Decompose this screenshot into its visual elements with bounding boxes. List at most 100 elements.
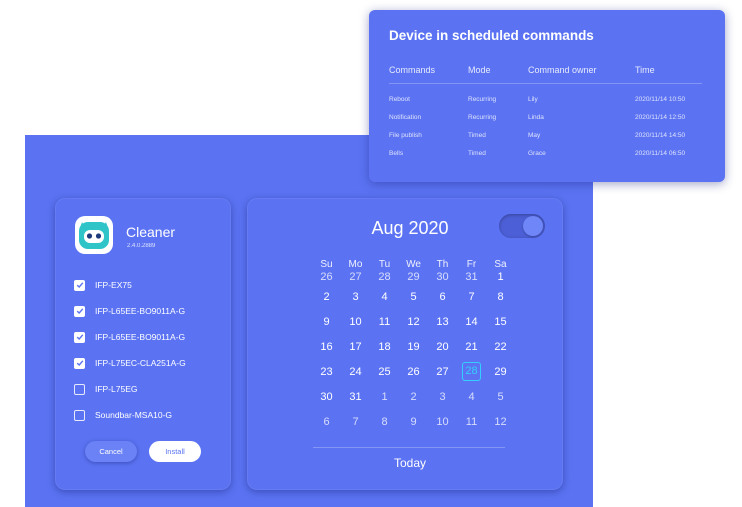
calendar-day[interactable]: 3	[428, 391, 457, 403]
calendar-day[interactable]: 12	[399, 316, 428, 328]
calendar-day[interactable]: 20	[428, 341, 457, 353]
calendar-week-row: 9 10 11 12 13 14 15	[312, 309, 515, 334]
device-item[interactable]: IFP-L65EE-BO9011A-G	[74, 330, 185, 344]
calendar-day[interactable]: 2	[399, 391, 428, 403]
day-number: 3	[439, 390, 446, 403]
calendar-day-selected[interactable]: 28	[457, 362, 486, 381]
day-number: 15	[494, 315, 507, 328]
calendar-day[interactable]: 14	[457, 316, 486, 328]
day-number: 17	[349, 340, 362, 353]
device-item[interactable]: IFP-L65EE-BO9011A-G	[74, 304, 185, 318]
calendar-day[interactable]: 27	[428, 366, 457, 378]
column-header: Mode	[468, 65, 491, 75]
calendar-day[interactable]: 30	[428, 271, 457, 283]
calendar-day[interactable]: 1	[486, 271, 515, 283]
owner-cell: Lily	[528, 96, 538, 103]
toggle-knob	[523, 216, 543, 236]
device-item[interactable]: IFP-L75EG	[74, 382, 138, 396]
device-label: IFP-EX75	[95, 280, 132, 290]
calendar-day[interactable]: 10	[341, 316, 370, 328]
today-button[interactable]: Today	[247, 456, 573, 470]
day-number: 4	[468, 390, 475, 403]
command-cell: Reboot	[389, 96, 410, 103]
calendar-day[interactable]: 11	[370, 316, 399, 328]
day-number: 3	[352, 290, 359, 303]
calendar-day[interactable]: 17	[341, 341, 370, 353]
calendar-day[interactable]: 30	[312, 391, 341, 403]
calendar-day[interactable]: 6	[312, 416, 341, 428]
calendar-day[interactable]: 4	[370, 291, 399, 303]
device-item[interactable]: IFP-EX75	[74, 278, 132, 292]
calendar-day[interactable]: 21	[457, 341, 486, 353]
day-number: 5	[497, 390, 504, 403]
day-number: 2	[410, 390, 417, 403]
install-button[interactable]: Install	[149, 441, 201, 462]
day-number: 10	[349, 315, 362, 328]
calendar-day[interactable]: 8	[370, 416, 399, 428]
calendar-day[interactable]: 12	[486, 416, 515, 428]
calendar-day[interactable]: 24	[341, 366, 370, 378]
calendar-card: Aug 2020 Su Mo Tu We Th Fr Sa 26 27 28 29 30 31 1 2 3 4 5…	[247, 198, 563, 490]
day-number: 1	[497, 271, 504, 283]
calendar-day[interactable]: 28	[370, 271, 399, 283]
calendar-day[interactable]: 7	[341, 416, 370, 428]
calendar-day[interactable]: 26	[312, 271, 341, 283]
calendar-day[interactable]: 22	[486, 341, 515, 353]
calendar-day[interactable]: 18	[370, 341, 399, 353]
header-divider	[389, 83, 702, 84]
calendar-day[interactable]: 31	[341, 391, 370, 403]
scheduled-commands-popup: Device in scheduled commands Commands Mo…	[369, 10, 725, 182]
schedule-toggle[interactable]	[499, 214, 545, 238]
calendar-day[interactable]: 7	[457, 291, 486, 303]
calendar-day[interactable]: 23	[312, 366, 341, 378]
calendar-day[interactable]: 9	[399, 416, 428, 428]
calendar-day[interactable]: 26	[399, 366, 428, 378]
checkbox-checked[interactable]	[74, 357, 85, 369]
calendar-day[interactable]: 10	[428, 416, 457, 428]
calendar-day[interactable]: 15	[486, 316, 515, 328]
weekday-label: Tu	[378, 258, 391, 270]
calendar-day[interactable]: 29	[486, 366, 515, 378]
calendar-day[interactable]: 11	[457, 416, 486, 428]
calendar-day[interactable]: 13	[428, 316, 457, 328]
checkbox-unchecked[interactable]	[74, 383, 85, 395]
device-item[interactable]: IFP-L75EC-CLA251A-G	[74, 356, 186, 370]
calendar-day[interactable]: 2	[312, 291, 341, 303]
weekday-label: Sa	[494, 258, 507, 270]
calendar-day[interactable]: 29	[399, 271, 428, 283]
calendar-day[interactable]: 25	[370, 366, 399, 378]
weekday-label: Mo	[348, 258, 363, 270]
checkbox-checked[interactable]	[74, 305, 85, 317]
calendar-day[interactable]: 31	[457, 271, 486, 283]
day-number: 21	[465, 340, 478, 353]
checkbox-unchecked[interactable]	[74, 409, 85, 421]
calendar-day[interactable]: 4	[457, 391, 486, 403]
calendar-day[interactable]: 3	[341, 291, 370, 303]
day-number: 25	[378, 365, 391, 378]
calendar-week-row: 26 27 28 29 30 31 1	[312, 270, 515, 284]
day-number: 7	[468, 290, 475, 303]
calendar-day[interactable]: 19	[399, 341, 428, 353]
checkbox-checked[interactable]	[74, 331, 85, 343]
calendar-day[interactable]: 16	[312, 341, 341, 353]
robot-icon	[75, 216, 113, 254]
calendar-day[interactable]: 8	[486, 291, 515, 303]
checkbox-checked[interactable]	[74, 279, 85, 291]
command-cell: Notification	[389, 114, 422, 121]
day-number: 26	[407, 365, 420, 378]
mode-cell: Timed	[468, 132, 486, 139]
calendar-day[interactable]: 5	[486, 391, 515, 403]
cancel-button[interactable]: Cancel	[85, 441, 137, 462]
calendar-day[interactable]: 5	[399, 291, 428, 303]
day-number: 1	[381, 390, 388, 403]
day-number: 22	[494, 340, 507, 353]
app-install-card: Cleaner 2.4.0.2889 IFP-EX75 IFP-L65EE-BO…	[55, 198, 231, 490]
calendar-day[interactable]: 6	[428, 291, 457, 303]
calendar-day[interactable]: 1	[370, 391, 399, 403]
calendar-day[interactable]: 9	[312, 316, 341, 328]
calendar-week-row: 16 17 18 19 20 21 22	[312, 334, 515, 359]
day-number: 4	[381, 290, 388, 303]
calendar-day[interactable]: 27	[341, 271, 370, 283]
device-item[interactable]: Soundbar-MSA10-G	[74, 408, 172, 422]
column-header: Command owner	[528, 65, 597, 75]
